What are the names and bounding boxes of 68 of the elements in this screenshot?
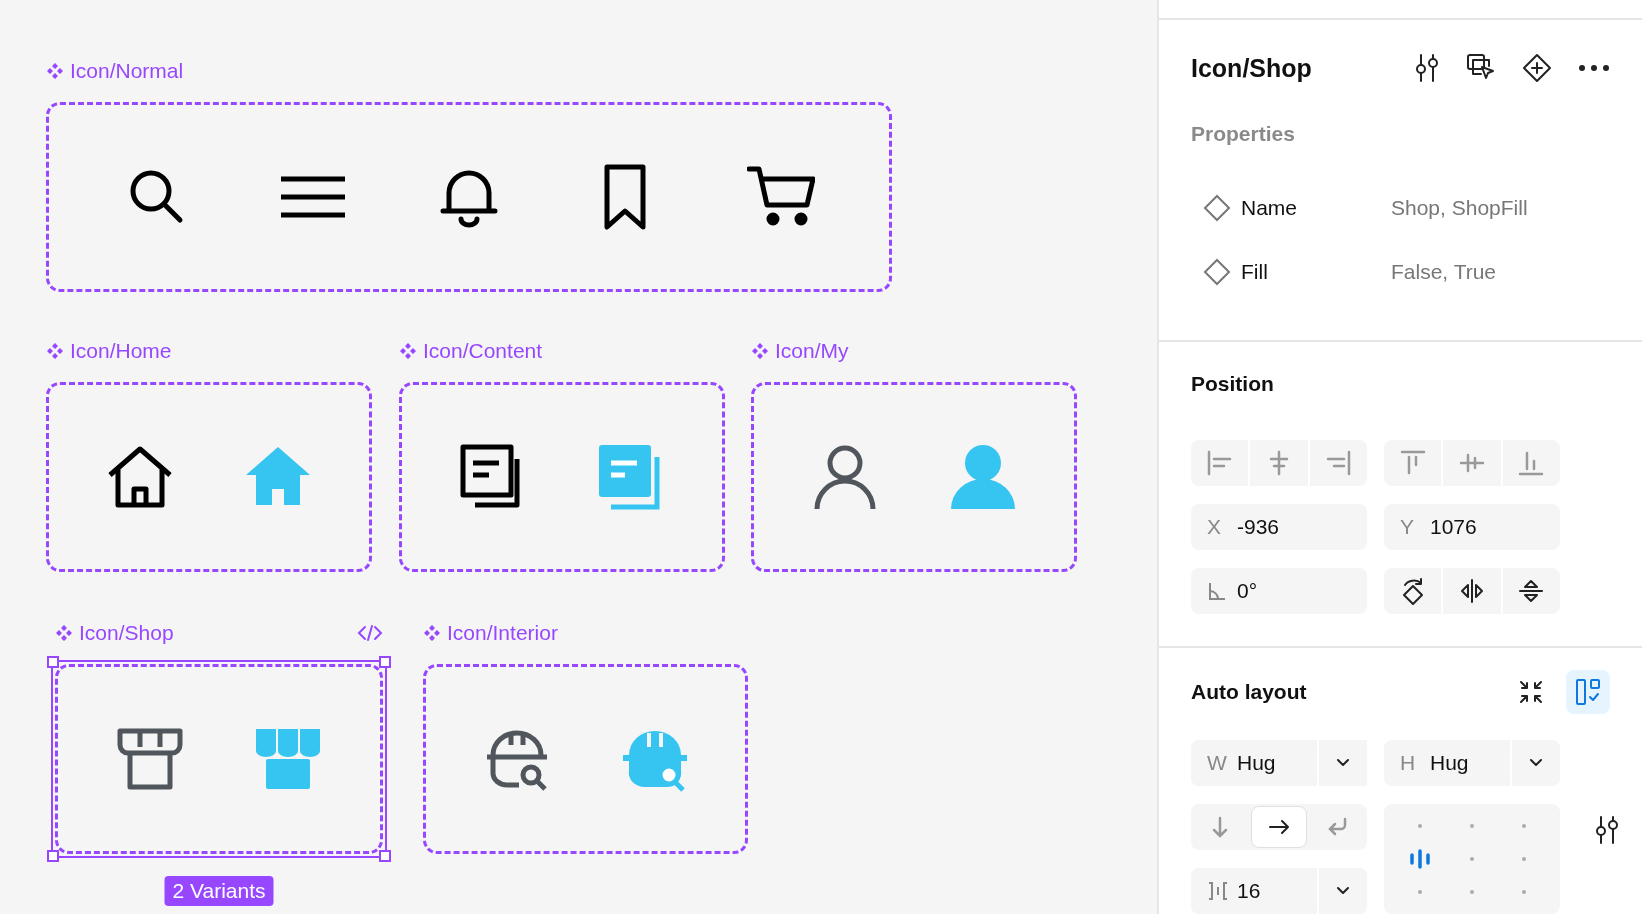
resize-handle[interactable] (379, 850, 391, 862)
sliders-icon (1594, 815, 1620, 845)
align-top-icon (1398, 449, 1427, 477)
y-field[interactable]: Y 1076 (1384, 504, 1560, 550)
more-button[interactable] (1578, 64, 1610, 72)
sliders-button[interactable] (1414, 53, 1440, 83)
code-icon (357, 624, 383, 642)
component-set-label[interactable]: Icon/Interior (423, 621, 558, 645)
layout-check-icon (1574, 677, 1602, 707)
chevron-down-icon (1336, 758, 1350, 768)
diamond-icon (1203, 258, 1231, 286)
property-value: False, True (1391, 260, 1497, 284)
house-outline-icon (106, 443, 174, 511)
align-right-icon (1324, 449, 1353, 477)
resize-handle[interactable] (379, 656, 391, 668)
component-icon (46, 342, 64, 360)
dot-icon (1470, 857, 1474, 861)
component-icon (751, 342, 769, 360)
angle-icon (1207, 581, 1227, 601)
diamond-plus-icon (1522, 53, 1552, 83)
layout-suggestion-button[interactable] (1566, 670, 1610, 714)
align-bottom-icon (1517, 449, 1546, 477)
component-icon (399, 342, 417, 360)
component-set-label[interactable]: Icon/Normal (46, 59, 184, 83)
person-icon (949, 443, 1017, 511)
component-set-label[interactable]: Icon/Shop (55, 621, 174, 645)
arrow-right-icon (1268, 817, 1290, 837)
component-set-label[interactable]: Icon/My (751, 339, 849, 363)
component-icon (55, 624, 73, 642)
diamond-icon (1203, 194, 1231, 222)
collapse-button[interactable] (1518, 679, 1544, 705)
flip-vertical-icon (1517, 577, 1546, 605)
component-set-label[interactable]: Icon/Content (399, 339, 543, 363)
dot-icon (1522, 857, 1526, 861)
distribute-bars-icon (1409, 849, 1431, 869)
x-field[interactable]: X -936 (1191, 504, 1367, 550)
align-left-icon (1205, 449, 1234, 477)
section-title: Position (1191, 372, 1274, 395)
section-title: Auto layout (1191, 680, 1307, 704)
chevron-down-icon (1336, 886, 1350, 896)
dot-icon (1522, 889, 1526, 894)
more-icon (1578, 64, 1610, 72)
property-value: Shop, ShopFill (1391, 196, 1528, 220)
dot-icon (1418, 889, 1422, 894)
dot-icon (1470, 889, 1474, 894)
arrow-down-icon (1210, 816, 1230, 838)
flip-horizontal-icon (1458, 577, 1486, 605)
dot-icon (1418, 824, 1422, 829)
chevron-down-icon (1529, 758, 1543, 768)
wrap-arrow-icon (1327, 817, 1349, 837)
component-title: Icon/Shop (1191, 53, 1312, 83)
component-icon (46, 62, 64, 80)
resize-handle[interactable] (47, 850, 59, 862)
component-button[interactable] (1522, 53, 1552, 83)
resize-handle[interactable] (47, 656, 59, 668)
variants-badge: 2 Variants (164, 876, 274, 906)
gap-icon (1207, 881, 1229, 901)
component-set-label[interactable]: Icon/Home (46, 339, 172, 363)
direction-button[interactable] (1251, 806, 1307, 848)
component-icon (423, 624, 441, 642)
property-name: Name (1241, 196, 1299, 220)
dot-icon (1522, 824, 1526, 829)
property-name: Fill (1241, 260, 1269, 284)
sliders-icon (1414, 53, 1440, 83)
dot-icon (1470, 824, 1474, 829)
rotation-field[interactable]: 0° (1191, 568, 1367, 614)
properties-heading: Properties (1191, 122, 1296, 146)
collapse-arrows-icon (1518, 679, 1544, 705)
